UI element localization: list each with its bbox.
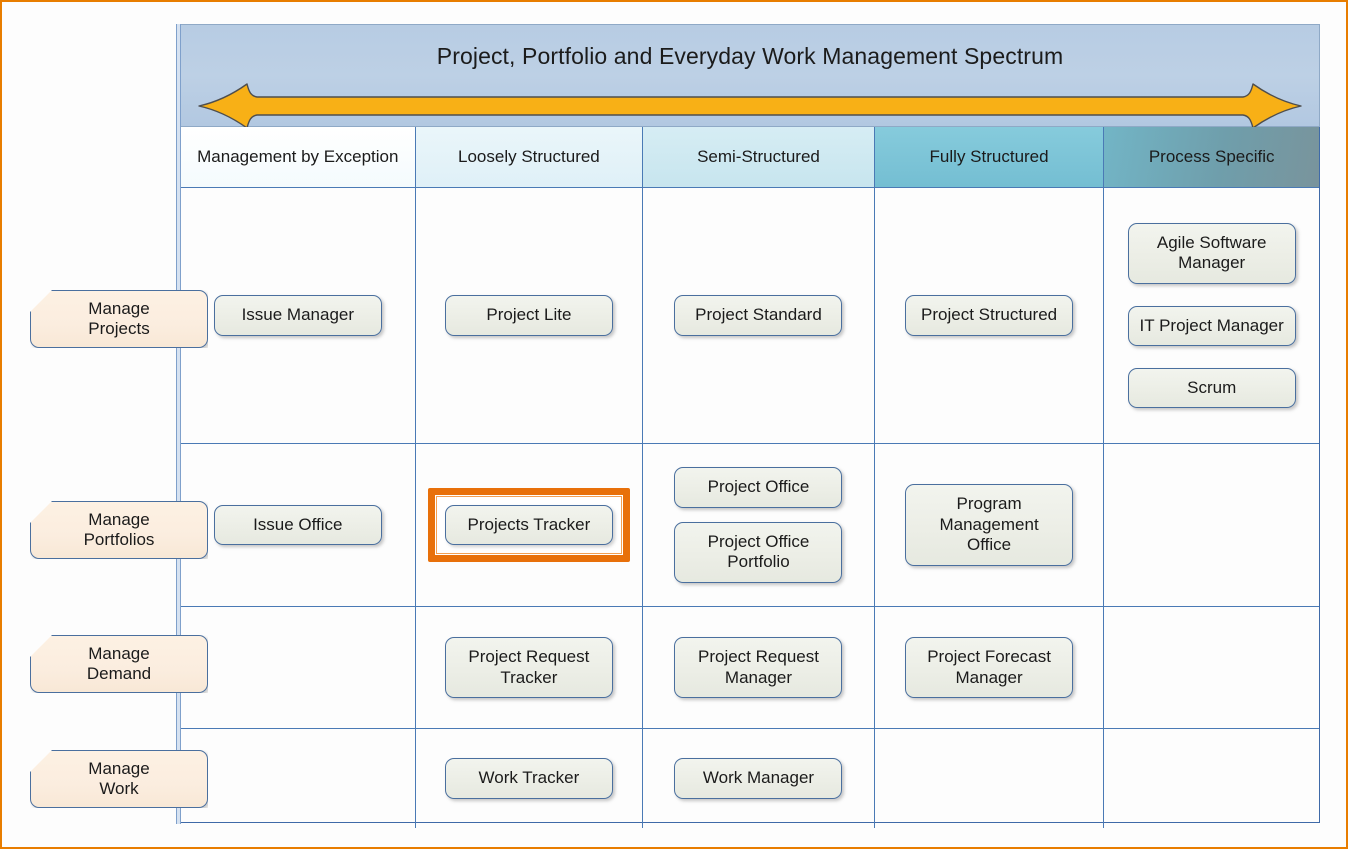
item-box-scrum[interactable]: Scrum (1127, 367, 1296, 409)
item-wrap[interactable]: Work Tracker (444, 758, 613, 799)
matrix-body: Issue Manager Project Lite Project Stand… (181, 187, 1319, 828)
cell-work-management-by-exception (181, 729, 416, 828)
cell-demand-process-specific (1104, 607, 1319, 728)
highlight-frame-projects-tracker[interactable]: Projects Tracker (427, 487, 630, 563)
item-wrap[interactable]: Scrum (1127, 367, 1296, 409)
matrix-column-header-row: Management by Exception Loosely Structur… (181, 127, 1319, 187)
row-label-manage-work[interactable]: Manage Work (30, 750, 208, 808)
item-box-project-structured[interactable]: Project Structured (905, 295, 1074, 336)
spectrum-title: Project, Portfolio and Everyday Work Man… (436, 43, 1064, 69)
row-label-manage-portfolios[interactable]: Manage Portfolios (30, 501, 208, 559)
column-header-label: Management by Exception (197, 146, 399, 166)
matrix-row-manage-work: Work Tracker Work Manager (181, 728, 1319, 828)
item-box-work-manager[interactable]: Work Manager (674, 758, 843, 799)
item-box-program-management-office[interactable]: Program Management Office (905, 484, 1074, 566)
item-wrap[interactable]: Project Office Portfolio (674, 521, 843, 583)
column-header-label: Semi-Structured (697, 146, 820, 166)
matrix-row-manage-projects: Issue Manager Project Lite Project Stand… (181, 187, 1319, 443)
item-box-project-office[interactable]: Project Office (674, 467, 843, 508)
item-box-project-request-manager[interactable]: Project Request Manager (674, 637, 843, 698)
cell-projects-loosely-structured: Project Lite (416, 188, 644, 443)
item-wrap[interactable]: Issue Office (213, 504, 382, 546)
item-wrap[interactable]: Project Request Tracker (444, 637, 613, 698)
item-wrap[interactable]: Program Management Office (905, 484, 1074, 566)
cell-portfolios-semi-structured: Project Office Project Office Portfolio (643, 444, 875, 606)
cell-demand-management-by-exception (181, 607, 416, 728)
cell-work-loosely-structured: Work Tracker (416, 729, 644, 828)
column-header-label: Process Specific (1148, 146, 1275, 166)
column-header-process-specific: Process Specific (1104, 127, 1319, 187)
cell-projects-management-by-exception: Issue Manager (181, 188, 416, 443)
cell-work-semi-structured: Work Manager (643, 729, 875, 828)
item-box-issue-manager[interactable]: Issue Manager (213, 295, 382, 336)
item-wrap[interactable]: Project Structured (905, 295, 1074, 336)
item-wrap[interactable]: Issue Manager (213, 295, 382, 336)
item-box-projects-tracker[interactable]: Projects Tracker (444, 504, 613, 546)
matrix-row-manage-demand: Project Request Tracker Project Request … (181, 606, 1319, 728)
item-wrap[interactable]: Project Lite (444, 295, 613, 336)
item-wrap[interactable]: Project Forecast Manager (905, 637, 1074, 698)
cell-portfolios-management-by-exception: Issue Office (181, 444, 416, 606)
item-box-agile-software-manager[interactable]: Agile Software Manager (1127, 222, 1296, 284)
cell-portfolios-loosely-structured: Projects Tracker (416, 444, 644, 606)
row-label-manage-demand[interactable]: Manage Demand (30, 635, 208, 693)
item-box-work-tracker[interactable]: Work Tracker (444, 758, 613, 799)
column-header-loosely-structured: Loosely Structured (415, 127, 644, 187)
item-box-it-project-manager[interactable]: IT Project Manager (1127, 305, 1296, 346)
column-header-label: Loosely Structured (458, 146, 600, 166)
cell-portfolios-process-specific (1104, 444, 1319, 606)
double-headed-arrow-icon (198, 83, 1302, 129)
column-header-label: Fully Structured (929, 146, 1049, 166)
item-box-project-forecast-manager[interactable]: Project Forecast Manager (905, 637, 1074, 698)
item-wrap[interactable]: Project Standard (674, 295, 843, 336)
row-label-manage-projects[interactable]: Manage Projects (30, 290, 208, 348)
column-header-semi-structured: Semi-Structured (643, 127, 875, 187)
spectrum-header-band: Project, Portfolio and Everyday Work Man… (180, 24, 1320, 129)
item-box-issue-office[interactable]: Issue Office (213, 504, 382, 546)
diagram-page: Project, Portfolio and Everyday Work Man… (0, 0, 1348, 849)
item-wrap[interactable]: Project Request Manager (674, 637, 843, 698)
matrix-row-manage-portfolios: Issue Office Projects Tracker Project Of… (181, 443, 1319, 606)
item-box-project-request-tracker[interactable]: Project Request Tracker (444, 637, 613, 698)
column-header-management-by-exception: Management by Exception (181, 127, 416, 187)
item-wrap[interactable]: Work Manager (674, 758, 843, 799)
item-wrap[interactable]: Agile Software Manager (1127, 222, 1296, 284)
cell-work-process-specific (1104, 729, 1319, 828)
item-box-project-lite[interactable]: Project Lite (444, 295, 613, 336)
item-box-project-standard[interactable]: Project Standard (674, 295, 843, 336)
cell-projects-semi-structured: Project Standard (643, 188, 875, 443)
cell-projects-process-specific: Agile Software Manager IT Project Manage… (1104, 188, 1319, 443)
column-header-fully-structured: Fully Structured (874, 127, 1105, 187)
cell-demand-fully-structured: Project Forecast Manager (875, 607, 1105, 728)
capability-matrix: Management by Exception Loosely Structur… (180, 127, 1320, 828)
item-wrap[interactable]: Project Office (674, 467, 843, 508)
cell-demand-semi-structured: Project Request Manager (643, 607, 875, 728)
cell-projects-fully-structured: Project Structured (875, 188, 1105, 443)
cell-portfolios-fully-structured: Program Management Office (875, 444, 1105, 606)
cell-demand-loosely-structured: Project Request Tracker (416, 607, 644, 728)
matrix-left-edge-line (176, 24, 181, 824)
item-box-project-office-portfolio[interactable]: Project Office Portfolio (674, 521, 843, 583)
item-wrap[interactable]: IT Project Manager (1127, 305, 1296, 346)
cell-work-fully-structured (875, 729, 1105, 828)
